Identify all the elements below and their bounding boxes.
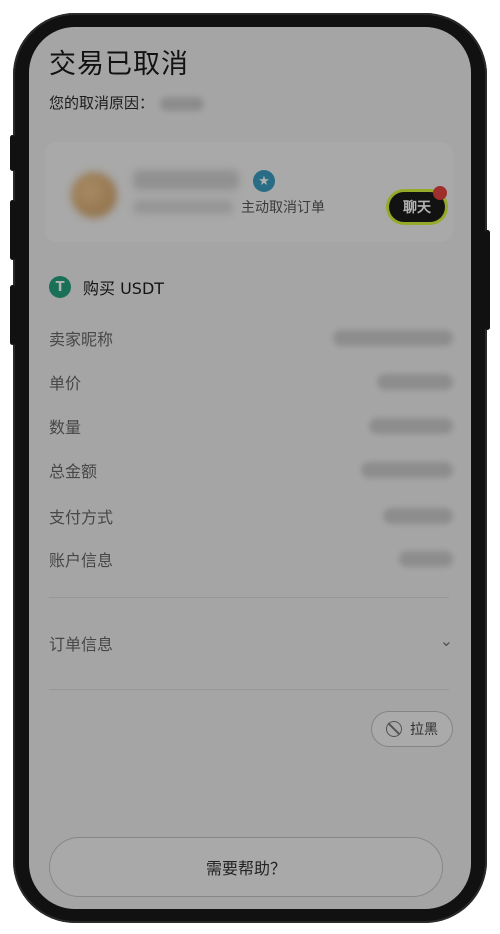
detail-row-total-amount: 总金额 [49,458,453,482]
buy-usdt-row: T 购买 USDT [49,275,164,299]
divider [49,597,449,598]
detail-label: 账户信息 [49,551,114,570]
seller-subtext-blurred [133,200,233,214]
cancel-reason-value-blurred [160,96,205,111]
power-button [485,230,490,330]
detail-value-blurred [383,508,453,524]
detail-value-blurred [399,551,453,567]
cancel-status-text: 主动取消订单 [241,200,325,216]
verified-badge-icon: ★ [253,170,275,192]
detail-row-seller-nickname: 卖家昵称 [49,326,453,350]
detail-value-blurred [361,462,453,478]
detail-row-unit-price: 单价 [49,370,453,394]
side-button [10,135,15,171]
detail-label: 总金额 [49,462,98,481]
tether-icon: T [49,276,71,298]
detail-label: 单价 [49,374,82,393]
detail-label: 支付方式 [49,508,114,527]
seller-name-blurred [133,170,239,190]
block-icon [386,721,402,737]
block-button[interactable]: 拉黑 [371,711,453,747]
detail-label: 卖家昵称 [49,330,114,349]
detail-value-blurred [377,374,453,390]
cancel-reason-label: 您的取消原因： [49,94,155,112]
detail-row-quantity: 数量 [49,414,453,438]
block-label: 拉黑 [410,722,438,738]
divider [49,689,449,690]
seller-card: ★ 主动取消订单 聊天 [45,142,453,242]
cancel-reason: 您的取消原因： [49,92,205,113]
volume-up-button [10,200,15,260]
detail-label: 数量 [49,418,82,437]
detail-value-blurred [369,418,453,434]
detail-value-blurred [333,330,453,346]
help-button[interactable]: 需要帮助？ [49,837,443,897]
buy-usdt-label: 购买 USDT [83,279,165,298]
screen: 交易已取消 您的取消原因： ★ 主动取消订单 聊天 T 购买 USDT 卖家昵称… [29,27,471,909]
order-info-label: 订单信息 [49,635,114,654]
volume-down-button [10,285,15,345]
page-title: 交易已取消 [49,49,189,80]
order-info-toggle[interactable]: 订单信息 ⌄ [49,631,453,655]
notification-dot-icon [433,186,447,200]
detail-row-account-info: 账户信息 [49,547,453,571]
avatar [71,172,117,218]
detail-row-payment-method: 支付方式 [49,504,453,528]
chevron-down-icon: ⌄ [439,631,453,650]
